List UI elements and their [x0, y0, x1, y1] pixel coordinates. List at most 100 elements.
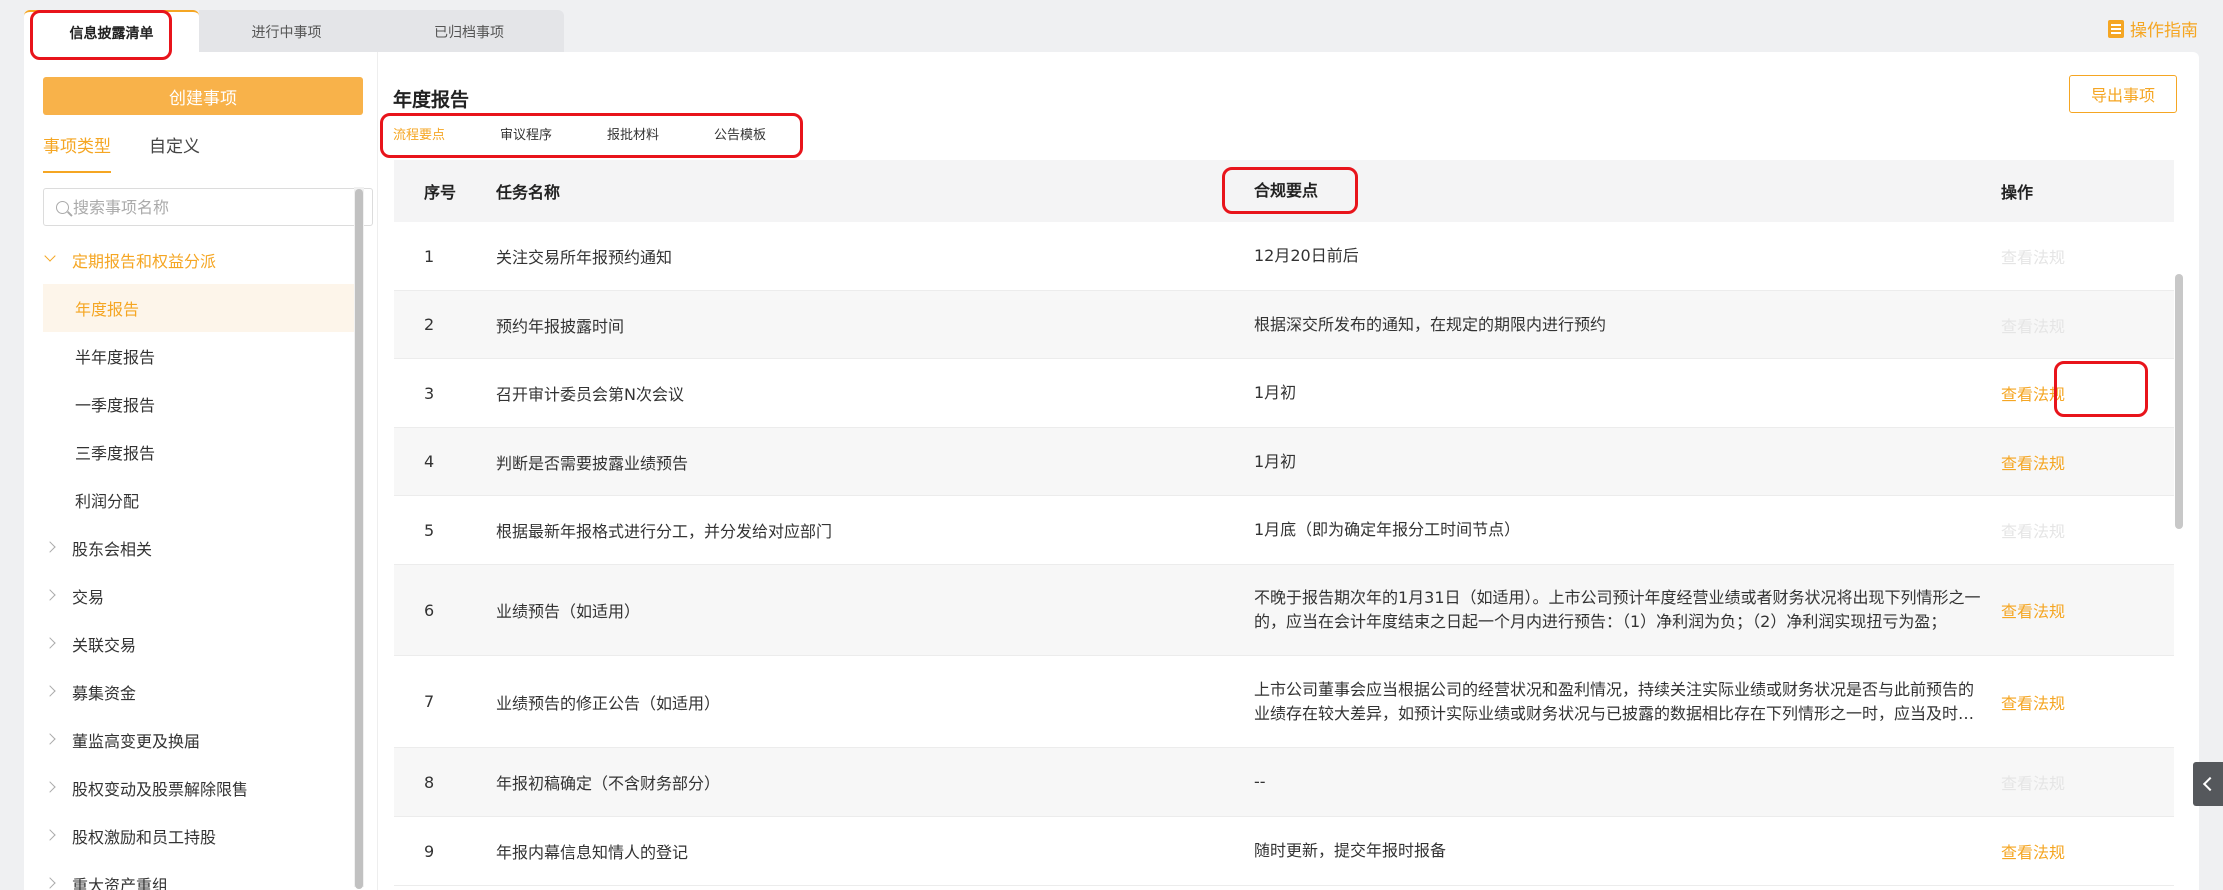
create-item-button[interactable]: 创建事项 — [43, 77, 363, 115]
page-title: 年度报告 — [393, 89, 470, 111]
search-input[interactable] — [73, 197, 363, 217]
table-row: 1 关注交易所年报预约通知 12月20日前后 查看法规 — [394, 222, 2174, 291]
chevron-right-icon — [44, 877, 56, 889]
tab-in-progress[interactable]: 进行中事项 — [199, 10, 374, 53]
row-name: 关注交易所年报预约通知 — [496, 248, 673, 267]
row-no: 3 — [424, 383, 435, 403]
scrollbar-thumb[interactable] — [355, 189, 363, 889]
sidebar-scrollbar[interactable] — [354, 187, 364, 889]
tree-group-related-transaction[interactable]: 关联交易 — [24, 620, 354, 668]
row-name: 业绩预告（如适用） — [496, 602, 641, 621]
collapse-panel-button[interactable] — [2193, 762, 2223, 806]
table-header: 序号 任务名称 合规要点 操作 — [394, 160, 2174, 222]
row-no: 7 — [424, 692, 435, 711]
tree-group-shareholder-meeting[interactable]: 股东会相关 — [24, 524, 354, 572]
view-regulation-link[interactable]: 查看法规 — [2001, 602, 2065, 621]
tree-group-equity-incentive[interactable]: 股权激励和员工持股 — [24, 812, 354, 860]
tree-item-semiannual-report[interactable]: 半年度报告 — [24, 332, 354, 380]
tree-group-executive-change[interactable]: 董监高变更及换届 — [24, 716, 354, 764]
row-no: 1 — [424, 246, 435, 266]
row-key: 不晚于报告期次年的1月31日（如适用）。上市公司预计年度经营业绩或者财务状况将出… — [1254, 588, 1981, 631]
table-row: 9 年报内幕信息知情人的登记 随时更新，提交年报时报备 查看法规 — [394, 817, 2174, 886]
row-no: 9 — [424, 841, 435, 861]
tree-label: 董监高变更及换届 — [72, 732, 201, 751]
tab-review-procedure[interactable]: 审议程序 — [500, 124, 552, 143]
tab-approval-materials[interactable]: 报批材料 — [607, 124, 659, 143]
tree-label: 股权激励和员工持股 — [72, 828, 217, 847]
view-regulation-link[interactable]: 查看法规 — [2001, 385, 2065, 404]
row-name: 业绩预告的修正公告（如适用） — [496, 693, 721, 713]
chevron-right-icon — [44, 541, 56, 553]
top-tab-bar: 信息披露清单 进行中事项 已归档事项 — [24, 10, 564, 53]
table-scrollbar[interactable] — [2174, 222, 2184, 890]
sub-tab-bar: 流程要点 审议程序 报批材料 公告模板 — [393, 124, 821, 143]
tree-label: 交易 — [72, 588, 105, 607]
row-name: 召开审计委员会第N次会议 — [496, 385, 684, 404]
tree-group-fundraising[interactable]: 募集资金 — [24, 668, 354, 716]
view-regulation-link[interactable]: 查看法规 — [2001, 774, 2065, 793]
tree-label: 股权变动及股票解除限售 — [72, 780, 249, 799]
row-name: 年报初稿确定（不含财务部分） — [496, 774, 721, 793]
row-key: 根据深交所发布的通知，在规定的期限内进行预约 — [1254, 314, 1607, 334]
view-regulation-link[interactable]: 查看法规 — [2001, 317, 2065, 336]
tab-process-points[interactable]: 流程要点 — [393, 124, 445, 143]
tree-group-transaction[interactable]: 交易 — [24, 572, 354, 620]
tree-label: 定期报告和权益分派 — [72, 252, 217, 271]
tree-group-periodic-report[interactable]: 定期报告和权益分派 — [24, 236, 354, 284]
tab-archived[interactable]: 已归档事项 — [374, 10, 564, 53]
row-no: 2 — [424, 315, 435, 334]
tree-label: 股东会相关 — [72, 540, 153, 559]
tree-item-annual-report[interactable]: 年度报告 — [43, 284, 354, 332]
table-row: 8 年报初稿确定（不含财务部分） -- 查看法规 — [394, 748, 2174, 817]
row-no: 6 — [424, 600, 435, 620]
tab-custom[interactable]: 自定义 — [149, 132, 200, 173]
task-table: 序号 任务名称 合规要点 操作 1 关注交易所年报预约通知 12月20日前后 查… — [394, 160, 2174, 886]
row-name: 预约年报披露时间 — [496, 316, 625, 336]
tab-disclosure-list[interactable]: 信息披露清单 — [24, 10, 199, 53]
table-row: 2 预约年报披露时间 根据深交所发布的通知，在规定的期限内进行预约 查看法规 — [394, 291, 2174, 359]
tree-label: 募集资金 — [72, 684, 137, 703]
row-no: 4 — [424, 452, 435, 471]
row-key: 随时更新，提交年报时报备 — [1254, 841, 1447, 860]
search-box — [43, 188, 373, 226]
tree-label: 关联交易 — [72, 636, 137, 655]
row-name: 年报内幕信息知情人的登记 — [496, 843, 689, 862]
table-row: 3 召开审计委员会第N次会议 1月初 查看法规 — [394, 359, 2174, 428]
chevron-right-icon — [44, 589, 56, 601]
column-header-name: 任务名称 — [496, 183, 561, 202]
chevron-down-icon — [44, 250, 56, 262]
view-regulation-link[interactable]: 查看法规 — [2001, 248, 2065, 267]
view-regulation-link[interactable]: 查看法规 — [2001, 454, 2065, 473]
table-row: 5 根据最新年报格式进行分工，并分发给对应部门 1月底（即为确定年报分工时间节点… — [394, 496, 2174, 565]
export-button[interactable]: 导出事项 — [2069, 75, 2177, 113]
tree-item-q3-report[interactable]: 三季度报告 — [24, 428, 354, 476]
view-regulation-link[interactable]: 查看法规 — [2001, 522, 2065, 541]
chevron-right-icon — [44, 829, 56, 841]
row-name: 判断是否需要披露业绩预告 — [496, 453, 689, 473]
divider — [377, 52, 378, 890]
row-key: 1月底（即为确定年报分工时间节点） — [1254, 520, 1521, 539]
column-header-key: 合规要点 — [1254, 181, 1319, 200]
sidebar-tabs: 事项类型 自定义 — [43, 132, 200, 173]
row-key: 上市公司董事会应当根据公司的经营状况和盈利情况，持续关注实际业绩或财务状况是否与… — [1254, 679, 1975, 723]
tree-group-equity-change[interactable]: 股权变动及股票解除限售 — [24, 764, 354, 812]
tree-group-asset-restructuring[interactable]: 重大资产重组 — [24, 860, 354, 890]
view-regulation-link[interactable]: 查看法规 — [2001, 843, 2065, 862]
search-icon — [56, 200, 69, 214]
row-no: 8 — [424, 772, 435, 792]
tab-item-type[interactable]: 事项类型 — [43, 132, 111, 173]
guide-link[interactable]: 操作指南 — [2108, 16, 2198, 41]
tree-item-profit-distribution[interactable]: 利润分配 — [24, 476, 354, 524]
table-row: 4 判断是否需要披露业绩预告 1月初 查看法规 — [394, 428, 2174, 496]
chevron-right-icon — [44, 781, 56, 793]
column-header-no: 序号 — [424, 183, 457, 202]
column-header-op: 操作 — [2001, 183, 2034, 202]
guide-label: 操作指南 — [2130, 21, 2198, 41]
table-row: 7 业绩预告的修正公告（如适用） 上市公司董事会应当根据公司的经营状况和盈利情况… — [394, 656, 2174, 748]
tab-announcement-template[interactable]: 公告模板 — [714, 124, 766, 143]
view-regulation-link[interactable]: 查看法规 — [2001, 694, 2065, 713]
scrollbar-thumb[interactable] — [2175, 274, 2183, 529]
tree-item-q1-report[interactable]: 一季度报告 — [24, 380, 354, 428]
chevron-right-icon — [44, 733, 56, 745]
book-icon — [2108, 19, 2124, 38]
